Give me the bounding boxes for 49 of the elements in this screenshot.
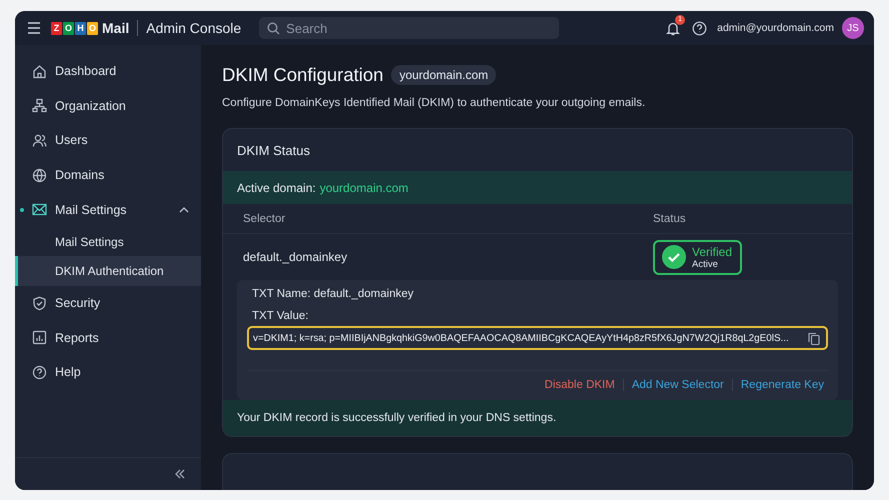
column-header: Selector xyxy=(243,212,286,224)
column-header: Status xyxy=(653,212,687,224)
active-domain: yourdomain.com xyxy=(320,180,408,194)
bell-icon[interactable] xyxy=(666,20,680,36)
product-name: Mail xyxy=(102,20,130,36)
action-link[interactable]: Disable DKIM xyxy=(544,379,615,391)
envelope-icon xyxy=(32,202,47,218)
shield-icon xyxy=(32,296,47,311)
action-link[interactable]: Regenerate Key xyxy=(740,379,824,391)
chevron-up-icon[interactable] xyxy=(179,206,189,213)
logo: Z O H O xyxy=(51,22,98,34)
txt-value-label: TXT Value: xyxy=(251,310,310,322)
home-icon xyxy=(32,64,47,79)
console-title: Admin Console xyxy=(146,20,242,36)
sidebar-item[interactable]: Reports xyxy=(15,320,201,356)
organization-icon xyxy=(32,98,47,114)
sidebar-item[interactable]: Domains xyxy=(15,158,201,192)
menu-icon[interactable] xyxy=(27,22,41,34)
sidebar-item[interactable]: Help xyxy=(15,355,201,390)
card-title: DKIM Status xyxy=(236,142,311,160)
status-badge: Verified Active xyxy=(653,240,742,274)
user-avatar[interactable]: JS xyxy=(842,17,864,39)
sidebar-subitem[interactable]: DKIM Authentication xyxy=(15,256,201,286)
txt-value-field[interactable]: v=DKIM1; k=rsa; p=MIIBIjANBgkqhkiG9w0BAQEFAAOCAQ8AMIIBCgKCAQEAyYtH4p8zR5fX6JgN7W2Qj1R8qL2gE0lS... xyxy=(247,326,828,350)
success-message: Your DKIM record is successfully verified in your DNS settings. xyxy=(223,400,852,436)
sidebar-item[interactable]: Security xyxy=(15,286,201,321)
user-email: admin@yourdomain.com xyxy=(717,22,834,34)
sidebar-item[interactable]: Mail Settings xyxy=(15,192,201,227)
collapse-icon[interactable] xyxy=(174,469,186,479)
sidebar-item[interactable]: Organization xyxy=(15,88,201,124)
page-description: Configure DomainKeys Identified Mail (DKIM) to authenticate your outgoing emails. xyxy=(222,97,646,109)
users-icon xyxy=(32,132,47,148)
search-field[interactable]: Search xyxy=(259,17,560,39)
domain-badge: yourdomain.com xyxy=(391,65,496,85)
search-icon xyxy=(267,22,280,34)
check-icon xyxy=(662,245,686,269)
sidebar-item[interactable]: Users xyxy=(15,123,201,158)
report-icon xyxy=(32,330,47,346)
action-link[interactable]: Add New Selector xyxy=(632,379,724,391)
page-title: DKIM Configuration xyxy=(222,64,384,86)
help-icon xyxy=(32,364,47,380)
txt-name: TXT Name: default._domainkey xyxy=(251,288,415,300)
help-icon[interactable] xyxy=(692,20,708,36)
active-domain-label: Active domain: xyxy=(237,180,316,194)
copy-icon[interactable] xyxy=(808,332,820,344)
sidebar-item[interactable]: Dashboard xyxy=(15,54,201,89)
sidebar-subitem[interactable]: Mail Settings xyxy=(15,226,201,256)
selector-name: default._domainkey xyxy=(243,250,348,264)
globe-icon xyxy=(32,168,47,183)
